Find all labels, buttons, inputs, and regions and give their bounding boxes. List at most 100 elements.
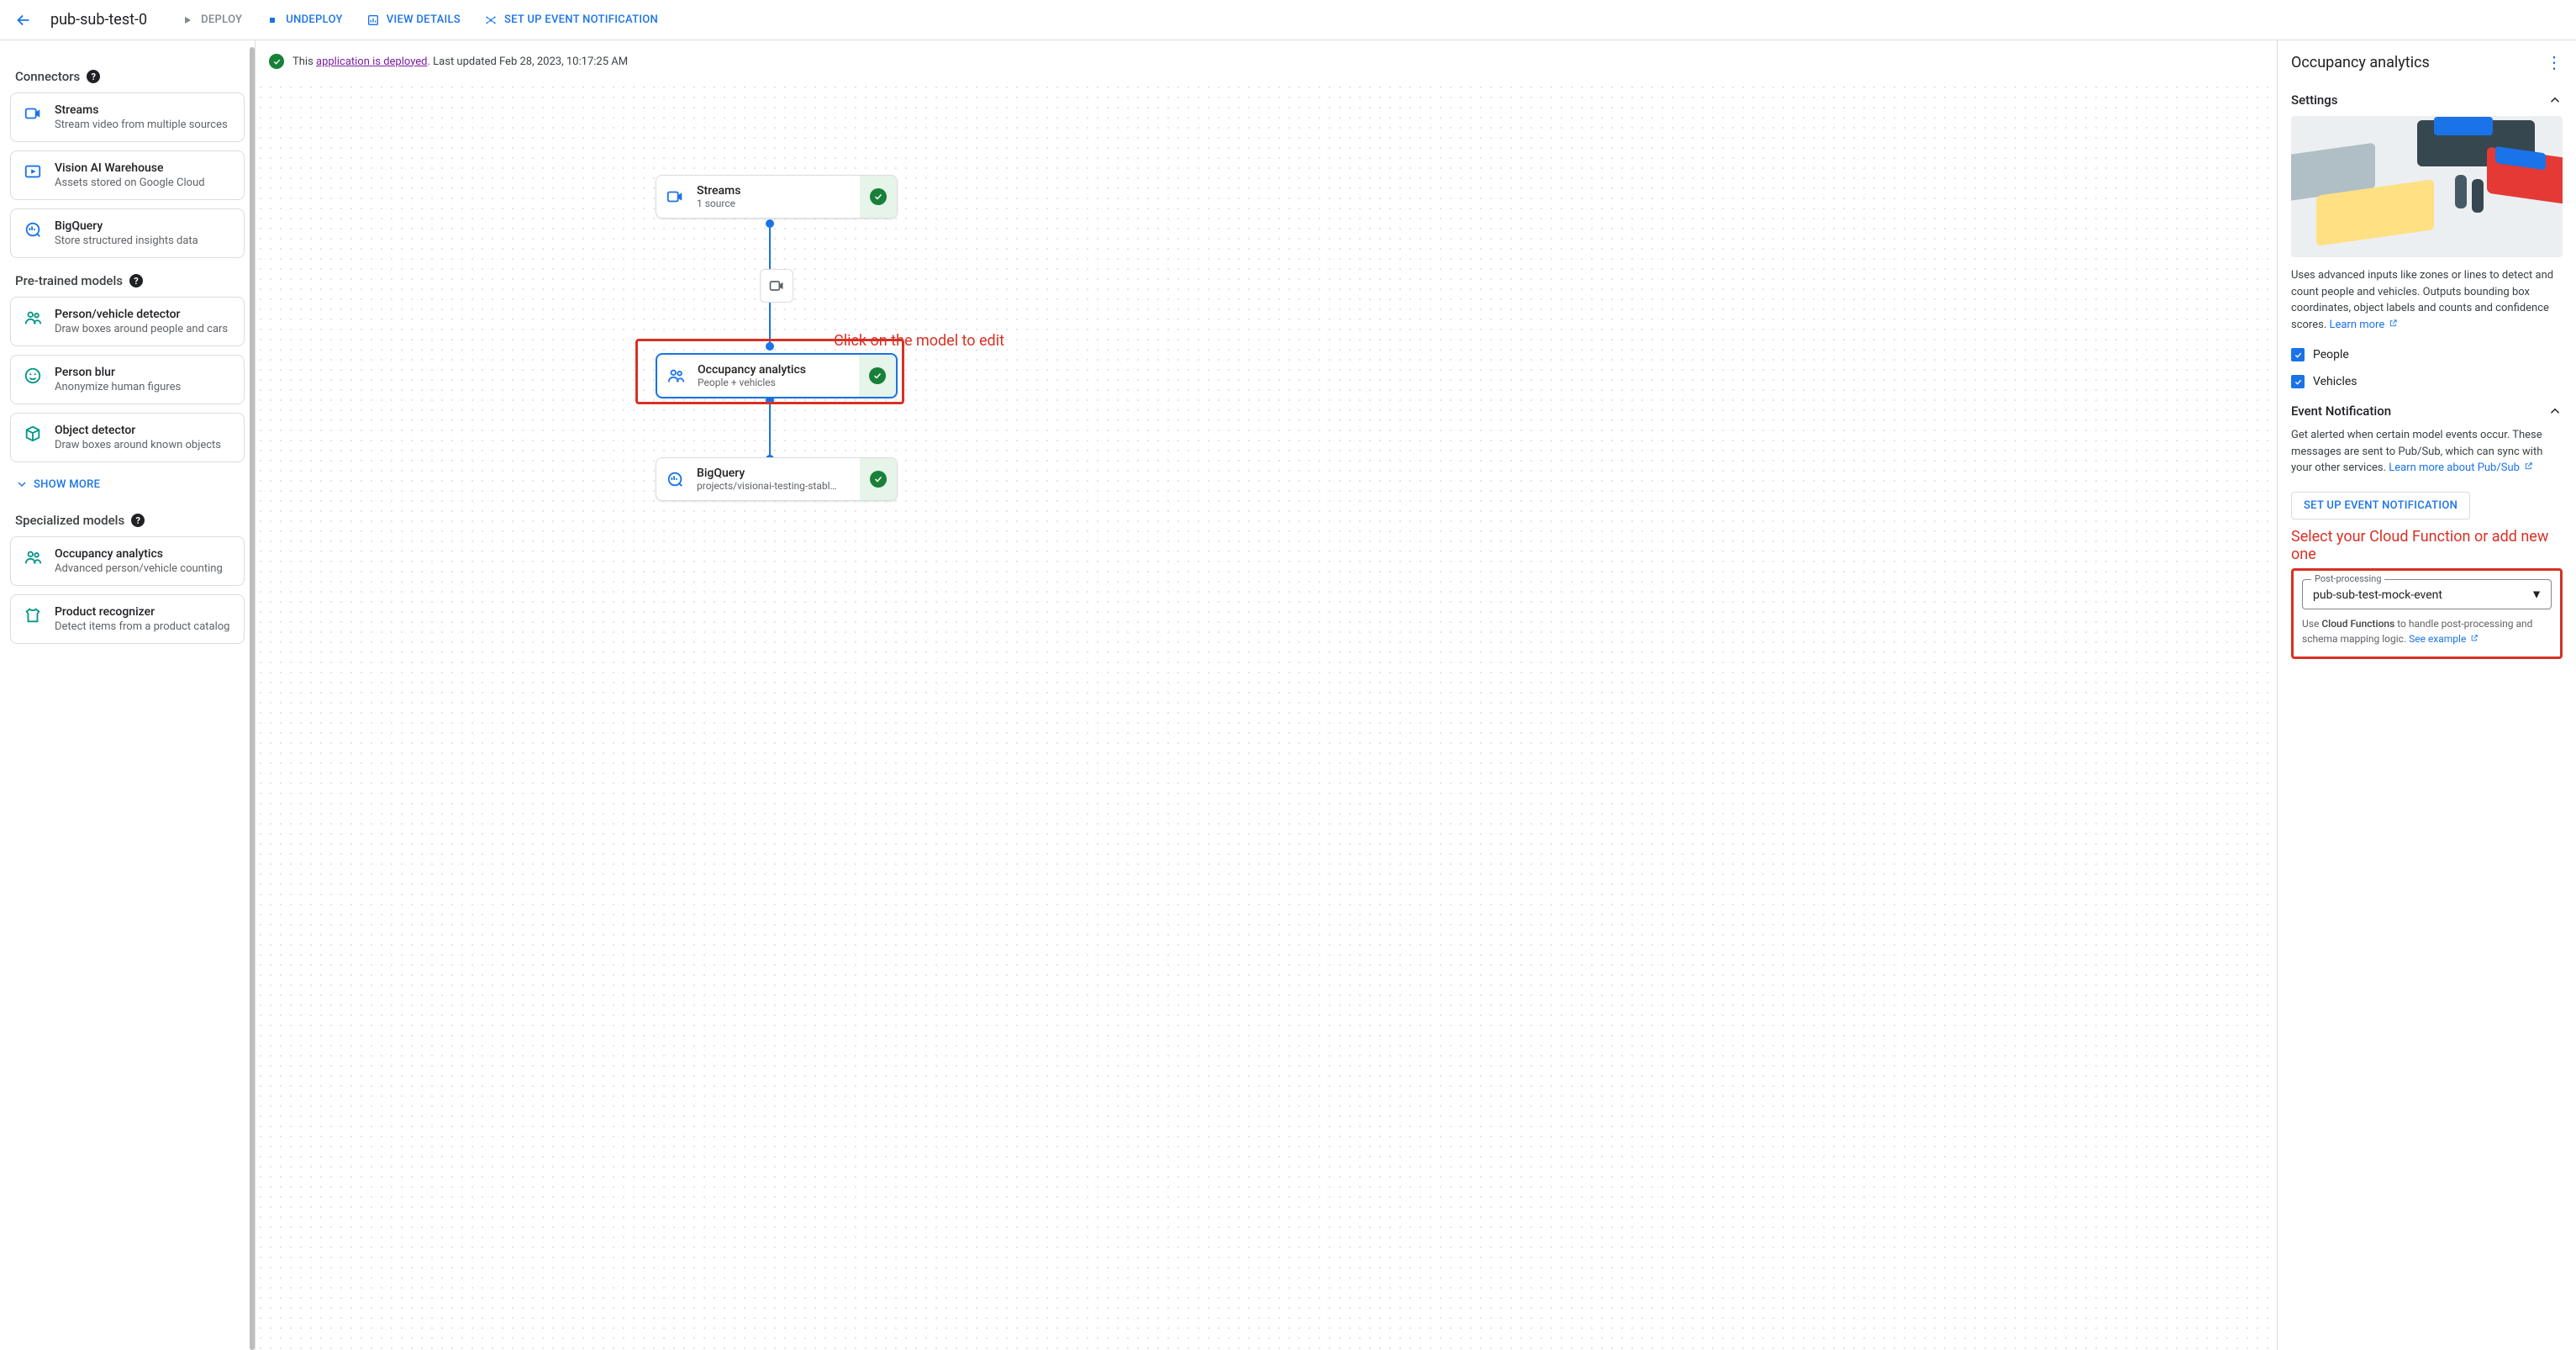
card-title: Product recognizer: [55, 605, 229, 619]
help-icon[interactable]: ?: [87, 70, 100, 83]
undeploy-button[interactable]: UNDEPLOY: [255, 7, 353, 34]
post-processing-select[interactable]: Post-processing pub-sub-test-mock-event …: [2302, 579, 2552, 609]
chart-icon: [366, 13, 380, 27]
setup-event-header-button[interactable]: SET UP EVENT NOTIFICATION: [474, 7, 668, 34]
video-waypoint-icon: [760, 269, 793, 303]
settings-description: Uses advanced inputs like zones or lines…: [2291, 267, 2563, 333]
specialized-item[interactable]: Occupancy analyticsAdvanced person/vehic…: [10, 536, 245, 586]
checkbox-icon: [2291, 375, 2305, 388]
section-connectors-label: Connectors: [15, 69, 80, 84]
settings-title: Settings: [2291, 92, 2338, 108]
node-streams-sub: 1 source: [697, 198, 848, 209]
stop-icon: [266, 13, 279, 27]
learn-more-link[interactable]: Learn more: [2329, 319, 2398, 331]
section-pretrained-label: Pre-trained models: [15, 273, 123, 288]
card-subtitle: Assets stored on Google Cloud: [55, 177, 205, 189]
checkbox-people-label: People: [2313, 348, 2349, 361]
card-title: BigQuery: [55, 219, 198, 233]
shirt-icon: [23, 605, 43, 625]
status-link[interactable]: application is deployed: [316, 55, 428, 68]
face-icon: [23, 366, 43, 386]
card-subtitle: Anonymize human figures: [55, 381, 181, 393]
card-subtitle: Advanced person/vehicle counting: [55, 562, 223, 575]
chevron-down-icon: [15, 477, 29, 491]
checkbox-vehicles[interactable]: Vehicles: [2291, 368, 2563, 395]
people-icon: [657, 367, 694, 385]
node-bigquery-title: BigQuery: [697, 467, 856, 480]
node-occupancy-title: Occupancy analytics: [698, 363, 856, 377]
panel-menu-button[interactable]: ⋮: [2546, 52, 2563, 72]
back-button[interactable]: [7, 3, 40, 37]
section-connectors: Connectors ?: [15, 69, 240, 84]
see-example-link[interactable]: See example: [2409, 633, 2479, 645]
panel-title: Occupancy analytics: [2291, 54, 2430, 71]
connector-item[interactable]: BigQueryStore structured insights data: [10, 208, 245, 258]
pretrained-item[interactable]: Person blur Anonymize human figures: [10, 355, 245, 404]
section-specialized: Specialized models ?: [15, 513, 240, 528]
node-occupancy-sub: People + vehicles: [698, 377, 849, 388]
deploy-button: DEPLOY: [171, 7, 252, 34]
node-streams-title: Streams: [697, 184, 856, 198]
connector-item[interactable]: Vision AI Warehouse Assets stored on Goog…: [10, 150, 245, 200]
section-pretrained: Pre-trained models ?: [15, 273, 240, 288]
select-label: Post-processing: [2311, 573, 2384, 584]
node-bigquery[interactable]: BigQuery projects/visionai-testing-stabl…: [656, 457, 898, 501]
app-title: pub-sub-test-0: [50, 11, 147, 29]
pretrained-item[interactable]: Person/vehicle detectorDraw boxes around…: [10, 297, 245, 346]
sidebar: Connectors ? Streams Stream video from mu…: [0, 40, 255, 1350]
node-occupancy[interactable]: Occupancy analytics People + vehicles: [656, 353, 898, 398]
card-title: Streams: [55, 103, 228, 117]
show-more-button[interactable]: SHOW MORE: [10, 471, 245, 498]
node-streams[interactable]: Streams 1 source: [656, 175, 898, 219]
card-subtitle: Stream video from multiple sources: [55, 119, 228, 131]
card-title: Person blur: [55, 366, 181, 379]
checkbox-icon: [2291, 348, 2305, 361]
view-details-button[interactable]: VIEW DETAILS: [356, 7, 471, 34]
people-icon: [23, 547, 43, 567]
event-section-toggle[interactable]: Event Notification: [2291, 395, 2563, 427]
node-bigquery-sub: projects/visionai-testing-stabl…: [697, 480, 848, 492]
card-subtitle: Draw boxes around people and cars: [55, 323, 228, 335]
help-icon[interactable]: ?: [131, 514, 145, 527]
help-icon[interactable]: ?: [129, 274, 143, 287]
card-title: Occupancy analytics: [55, 547, 223, 561]
pretrained-item[interactable]: Object detector Draw boxes around known o…: [10, 413, 245, 462]
camera-icon: [656, 187, 693, 206]
node-status: [859, 355, 896, 397]
chevron-up-icon: [2547, 92, 2563, 108]
undeploy-label: UNDEPLOY: [286, 13, 343, 26]
deploy-label: DEPLOY: [201, 13, 242, 26]
graph-canvas[interactable]: This application is deployed. Last updat…: [255, 40, 2277, 1350]
external-link-icon: [2524, 461, 2533, 471]
card-title: Object detector: [55, 424, 221, 437]
post-processing-hint: Use Cloud Functions to handle post-proce…: [2302, 616, 2552, 646]
chevron-up-icon: [2547, 403, 2563, 419]
app-header: pub-sub-test-0 DEPLOY UNDEPLOY VIEW DETA…: [0, 0, 2576, 40]
bq-icon: [23, 219, 43, 240]
status-bar: This application is deployed. Last updat…: [269, 54, 2263, 69]
people-icon: [23, 308, 43, 328]
play-box-icon: [23, 161, 43, 182]
pubsub-link[interactable]: Learn more about Pub/Sub: [2389, 461, 2533, 474]
card-title: Vision AI Warehouse: [55, 161, 205, 175]
bq-icon: [656, 470, 693, 488]
setup-event-header-label: SET UP EVENT NOTIFICATION: [504, 13, 658, 26]
event-title: Event Notification: [2291, 403, 2391, 419]
hub-icon: [484, 13, 498, 27]
external-link-icon: [2470, 634, 2479, 642]
settings-illustration: [2291, 116, 2563, 257]
node-status: [860, 458, 897, 500]
camera-icon: [23, 103, 43, 124]
specialized-item[interactable]: Product recognizerDetect items from a pr…: [10, 594, 245, 644]
callout-model-text: Click on the model to edit: [834, 332, 1004, 350]
event-description: Get alerted when certain model events oc…: [2291, 427, 2563, 477]
show-more-label: SHOW MORE: [34, 478, 100, 491]
card-subtitle: Detect items from a product catalog: [55, 620, 229, 633]
setup-event-button[interactable]: SET UP EVENT NOTIFICATION: [2291, 492, 2470, 519]
canvas-grid: [255, 82, 2277, 1350]
settings-section-toggle[interactable]: Settings: [2291, 84, 2563, 116]
checkbox-people[interactable]: People: [2291, 341, 2563, 368]
card-subtitle: Draw boxes around known objects: [55, 439, 221, 451]
connector-item[interactable]: Streams Stream video from multiple source…: [10, 92, 245, 142]
play-icon: [181, 13, 194, 27]
